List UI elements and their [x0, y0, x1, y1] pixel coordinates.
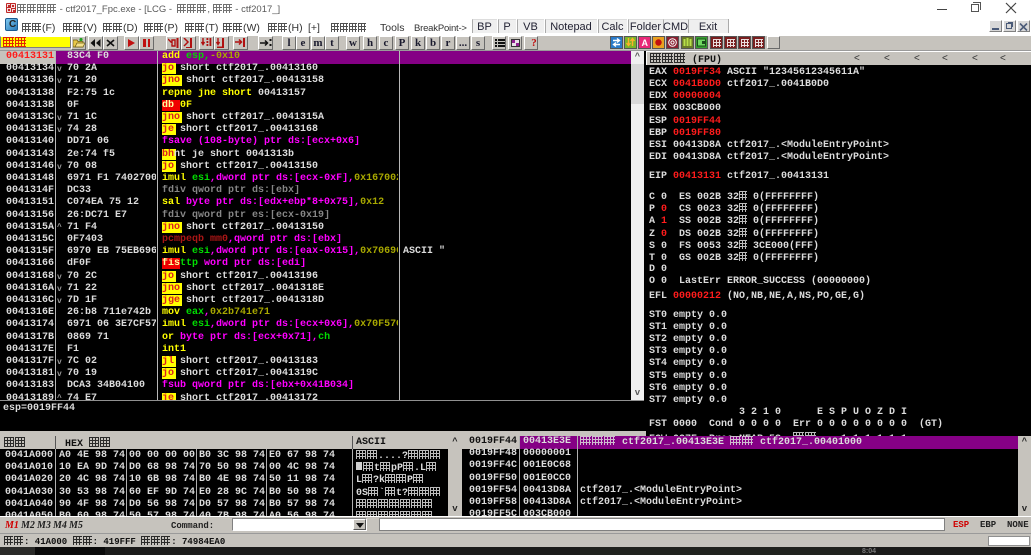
svg-text:A: A: [642, 38, 649, 48]
